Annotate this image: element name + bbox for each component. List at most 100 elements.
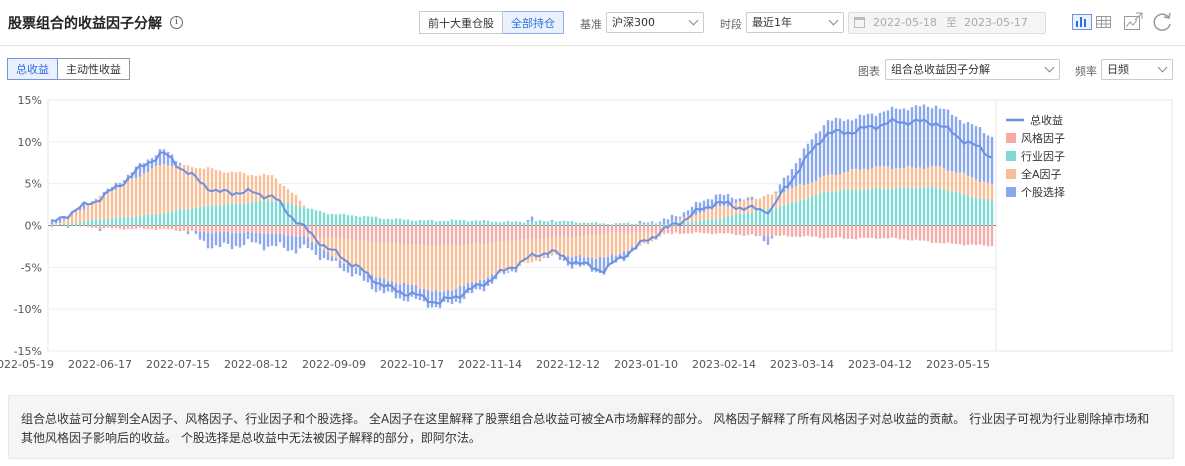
industry-bar [754,211,758,226]
market-bar [158,165,162,214]
legend-item[interactable]: 风格因子 [1006,131,1065,145]
style-bar [538,225,542,240]
stock-bar [934,105,938,167]
industry-bar [114,217,118,226]
legend-item[interactable]: 总收益 [1006,113,1063,127]
market-bar [950,171,954,192]
market-bar [642,231,646,244]
stock-bar [894,108,898,169]
period-select[interactable]: 最近1年 [746,12,844,33]
stock-bar [206,232,210,249]
tab-active-return[interactable]: 主动性收益 [58,58,130,80]
style-bar [110,225,114,229]
stock-bar [298,236,302,249]
industry-bar [146,214,150,226]
market-bar [614,232,618,256]
style-bar [862,225,866,238]
market-bar [818,177,822,194]
stock-bar [318,247,322,261]
style-bar [78,225,82,227]
stock-bar [406,284,410,302]
stock-bar [646,243,650,245]
industry-bar [526,221,530,226]
style-bar [702,225,706,234]
stock-bar [878,112,882,167]
refresh-icon[interactable] [1150,10,1174,34]
market-bar [226,172,230,205]
market-bar [446,244,450,290]
chart-type-select[interactable]: 组合总收益因子分解 [885,59,1060,80]
industry-bar [710,219,714,226]
market-bar [130,178,134,218]
stock-bar [898,109,902,169]
industry-bar [866,188,870,226]
industry-bar [722,217,726,226]
style-bar [242,225,246,233]
legend-item[interactable]: 个股选择 [1006,185,1065,199]
style-bar [422,225,426,245]
style-bar [122,225,126,230]
industry-bar [350,215,354,226]
market-bar [402,244,406,283]
benchmark-select[interactable]: 沪深300 [606,12,704,33]
market-bar [102,194,106,219]
industry-bar [662,223,666,226]
industry-bar [326,214,330,226]
industry-bar [406,219,410,226]
stock-bar [670,214,674,223]
chart-svg: 15% 10% 5% 0% -5% -10% -15% 2022-05-19 2022-06-… [0,94,1173,371]
frequency-select[interactable]: 日频 [1101,59,1173,80]
date-range-picker[interactable]: 2022-05-18 至 2023-05-17 [848,12,1046,34]
info-icon[interactable]: i [170,16,183,29]
market-bar [154,165,158,214]
legend-item[interactable]: 行业因子 [1006,150,1065,163]
market-bar [358,239,362,269]
stock-bar [850,120,854,170]
style-bar [594,225,598,235]
style-bar [798,225,802,238]
style-bar [458,225,462,246]
export-image-icon[interactable] [1122,11,1144,33]
legend-item[interactable]: 全A因子 [1006,167,1062,181]
style-bar [282,225,286,235]
style-bar [950,225,954,244]
stock-bar [974,126,978,180]
industry-bar [206,205,210,226]
industry-bar [318,210,322,226]
industry-bar [422,220,426,226]
market-bar [962,172,966,194]
style-bar [734,225,738,236]
stock-bar [750,196,754,201]
chevron-down-icon [1044,62,1055,73]
industry-bar [546,221,550,226]
market-bar [958,172,962,194]
tab-all-holdings[interactable]: 全部持仓 [503,11,564,34]
stock-bar [858,114,862,170]
stock-bar [662,218,666,224]
style-bar [270,225,274,234]
stock-bar [218,232,222,248]
date-separator: 至 [946,16,957,29]
industry-bar [714,218,718,226]
bar-chart-icon[interactable] [1072,14,1092,30]
industry-bar [562,220,566,226]
style-bar [466,225,470,245]
market-bar [590,235,594,258]
industry-bar [130,217,134,226]
industry-bar [70,222,74,226]
tab-top10-holdings[interactable]: 前十大重仓股 [419,11,503,34]
stock-bar [506,271,510,273]
style-bar [762,225,766,236]
style-bar [366,225,370,241]
industry-bar [230,203,234,226]
industry-bar [122,216,126,226]
tab-total-return[interactable]: 总收益 [7,58,58,80]
market-bar [370,241,374,276]
industry-bar [346,215,350,226]
style-bar [830,225,834,239]
industry-bar [558,220,562,226]
style-bar [186,225,190,232]
style-bar [142,225,146,229]
table-icon[interactable] [1095,14,1113,30]
industry-bar [586,223,590,226]
